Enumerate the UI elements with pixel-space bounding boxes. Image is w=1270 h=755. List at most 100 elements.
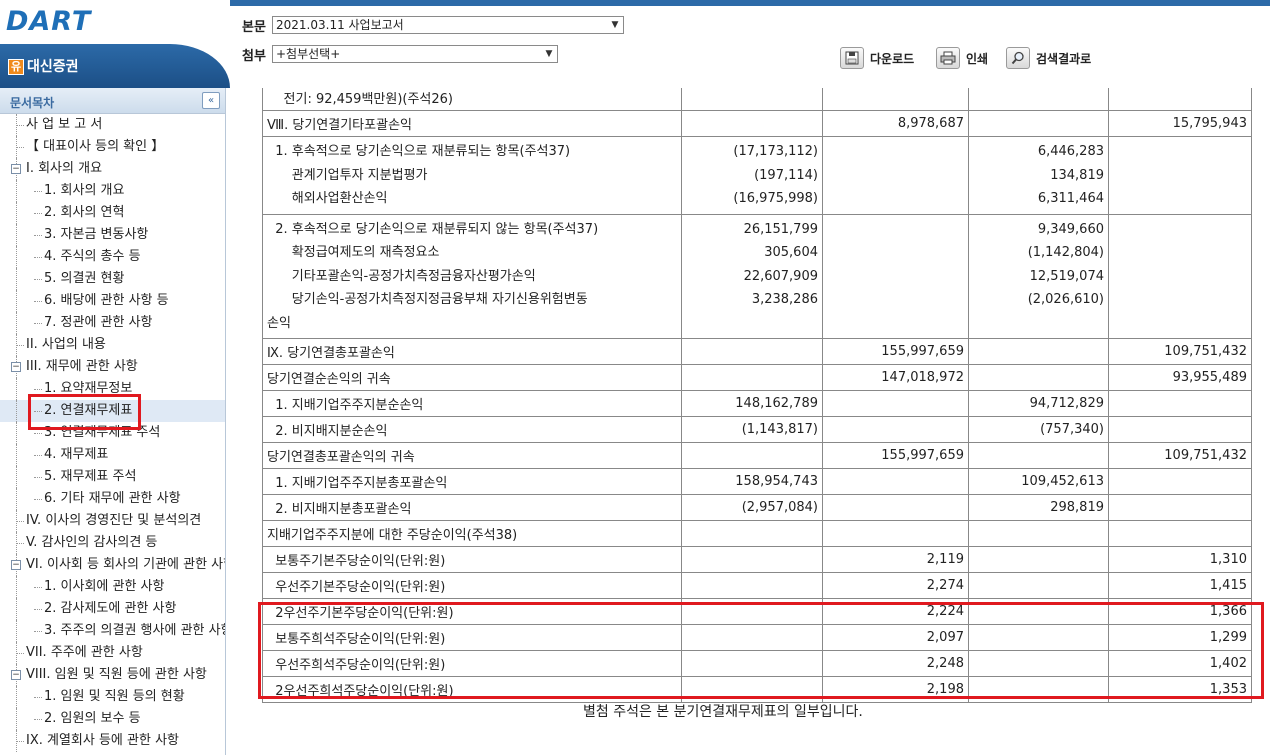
dart-logo[interactable]: DART xyxy=(6,6,91,37)
table-row: 2. 비지배지분총포괄손익 (2,957,084) 298,819 xyxy=(262,494,1252,521)
row-label-line: 당기손익-공정가치측정지정금융부채 자기신용위험변동 xyxy=(267,292,588,307)
toc-subsection[interactable]: 3. 자본금 변동사항 xyxy=(0,224,225,246)
toc-subsection[interactable]: 3. 주주의 의결권 행사에 관한 사항 xyxy=(0,620,225,642)
printer-icon xyxy=(936,47,960,69)
tree-connector xyxy=(34,631,42,632)
toc-item-label: 7. 정관에 관한 사항 xyxy=(44,315,153,330)
search-results-button[interactable]: 검색결과로 xyxy=(1006,47,1091,69)
attach-select[interactable]: +첨부선택+ ▼ xyxy=(272,45,558,63)
value-cell-c2 xyxy=(822,416,969,443)
toc-subsection[interactable]: 2. 회사의 연혁 xyxy=(0,202,225,224)
value-cell-c4 xyxy=(1108,494,1252,521)
value-line: 6,311,464 xyxy=(1037,191,1104,206)
tree-connector xyxy=(34,609,42,610)
tree-connector xyxy=(34,279,42,280)
value-cell-c3: 109,452,613 xyxy=(968,468,1109,495)
value-cell-c3: 6,446,283 134,819 6,311,464 xyxy=(968,136,1109,215)
value-line: (1,142,804) xyxy=(1027,245,1104,260)
value-cell-c3 xyxy=(968,520,1109,547)
toc-subsection[interactable]: 6. 배당에 관한 사항 등 xyxy=(0,290,225,312)
value-line xyxy=(827,218,964,242)
collapse-toggle-icon[interactable]: − xyxy=(11,362,21,372)
tree-connector xyxy=(17,741,24,742)
toc-section[interactable]: 【 대표이사 등의 확인 】 xyxy=(0,136,225,158)
toc-subsection[interactable]: 1. 회사의 개요 xyxy=(0,180,225,202)
value-cell-c4: 93,955,489 xyxy=(1108,364,1252,391)
toc-subsection[interactable]: 4. 재무제표 xyxy=(0,444,225,466)
toc-subsection[interactable]: 4. 주식의 총수 등 xyxy=(0,246,225,268)
collapse-toggle-icon[interactable]: − xyxy=(11,670,21,680)
value-line xyxy=(827,241,964,265)
value-line xyxy=(827,312,964,336)
collapse-toggle-icon[interactable]: − xyxy=(11,164,21,174)
value-line xyxy=(1113,288,1247,312)
toc-section[interactable]: − VIII. 임원 및 직원 등에 관한 사항 xyxy=(0,664,225,686)
toc-section[interactable]: − III. 재무에 관한 사항 xyxy=(0,356,225,378)
tree-connector xyxy=(34,213,42,214)
row-label: 2. 비지배지분순손익 xyxy=(262,416,682,443)
value-cell-c4: 109,751,432 xyxy=(1108,442,1252,469)
toc-subsection[interactable]: 1. 이사회에 관한 사항 xyxy=(0,576,225,598)
toc-section[interactable]: − VI. 이사회 등 회사의 기관에 관한 사항 xyxy=(0,554,225,576)
value-cell-c2: 155,997,659 xyxy=(822,338,969,365)
row-label-line: 1. 후속적으로 당기손익으로 재분류되는 항목(주석37) xyxy=(267,144,571,159)
toc-section[interactable]: VII. 주주에 관한 사항 xyxy=(0,642,225,664)
value-cell-c1 xyxy=(681,572,823,599)
collapse-toggle-icon[interactable]: − xyxy=(11,560,21,570)
toc-section[interactable]: − I. 회사의 개요 xyxy=(0,158,225,180)
value-cell-c3: 94,712,829 xyxy=(968,390,1109,417)
tree-connector xyxy=(34,477,42,478)
tree-connector xyxy=(16,290,17,312)
table-row: 1. 지배기업주주지분총포괄손익 158,954,743 109,452,613 xyxy=(262,468,1252,495)
toc-section[interactable]: II. 사업의 내용 xyxy=(0,334,225,356)
toc-item-label: VII. 주주에 관한 사항 xyxy=(26,645,143,660)
download-button[interactable]: 다운로드 xyxy=(840,47,914,69)
row-label: 전기: 92,459백만원)(주석26) xyxy=(262,88,682,111)
value-cell-c3 xyxy=(968,110,1109,137)
print-button[interactable]: 인쇄 xyxy=(936,47,988,69)
toc-subsection[interactable]: 5. 재무제표 주석 xyxy=(0,466,225,488)
download-label: 다운로드 xyxy=(870,51,915,66)
toc-title: 문서목차 xyxy=(10,96,55,110)
row-label-line: 기타포괄손익-공정가치측정금융자산평가손익 xyxy=(267,268,536,284)
value-cell-c4 xyxy=(1108,468,1252,495)
toc-subsection[interactable]: 7. 정관에 관한 사항 xyxy=(0,312,225,334)
tree-connector xyxy=(16,202,17,224)
value-line: 12,519,074 xyxy=(1029,268,1104,284)
toc-item-label: 2. 임원의 보수 등 xyxy=(44,711,141,726)
main-doc-select[interactable]: 2021.03.11 사업보고서 ▼ xyxy=(272,16,624,34)
value-cell-c1: 26,151,799 305,604 22,607,909 3,238,286 xyxy=(681,213,823,339)
toc-subsection[interactable]: 1. 임원 및 직원 등의 현황 xyxy=(0,686,225,708)
logo-area: DART 유 대신증권 xyxy=(0,0,230,88)
logo-top: DART xyxy=(0,0,230,44)
value-cell-c3 xyxy=(968,442,1109,469)
toc-subsection[interactable]: 2. 임원의 보수 등 xyxy=(0,708,225,730)
value-cell-c4 xyxy=(1108,390,1252,417)
toc-section[interactable]: IX. 계열회사 등에 관한 사항 xyxy=(0,730,225,752)
toc-section[interactable]: V. 감사인의 감사의견 등 xyxy=(0,532,225,554)
toc-item-label: 1. 회사의 개요 xyxy=(44,183,125,198)
value-line: (2,026,610) xyxy=(1027,292,1104,307)
table-row: 전기: 92,459백만원)(주석26) xyxy=(262,88,1252,111)
tree-connector xyxy=(34,235,42,236)
tree-connector xyxy=(17,653,24,654)
toc-item-label: VI. 이사회 등 회사의 기관에 관한 사항 xyxy=(26,557,225,572)
row-label: 2. 후속적으로 당기손익으로 재분류되지 않는 항목(주석37) 확정급여제도… xyxy=(262,213,682,339)
tree-connector xyxy=(16,400,17,422)
row-label: Ⅷ. 당기연결기타포괄손익 xyxy=(262,110,682,137)
tree-connector xyxy=(16,224,17,246)
collapse-sidebar-button[interactable]: « xyxy=(202,92,220,109)
attach-label: 첨부 xyxy=(242,49,266,64)
row-label: 1. 지배기업주주지분순손익 xyxy=(262,390,682,417)
toc-subsection[interactable]: 6. 기타 재무에 관한 사항 xyxy=(0,488,225,510)
tree-connector xyxy=(16,246,17,268)
value-line xyxy=(827,288,964,312)
value-cell-c3 xyxy=(968,88,1109,111)
value-cell-c3: (757,340) xyxy=(968,416,1109,443)
toc-section[interactable]: 사 업 보 고 서 xyxy=(0,114,225,136)
toc-subsection[interactable]: 2. 감사제도에 관한 사항 xyxy=(0,598,225,620)
value-line: 22,607,909 xyxy=(743,268,818,284)
toc-section[interactable]: IV. 이사의 경영진단 및 분석의견 xyxy=(0,510,225,532)
toc-subsection[interactable]: 5. 의결권 현황 xyxy=(0,268,225,290)
value-cell-c1: (1,143,817) xyxy=(681,416,823,443)
